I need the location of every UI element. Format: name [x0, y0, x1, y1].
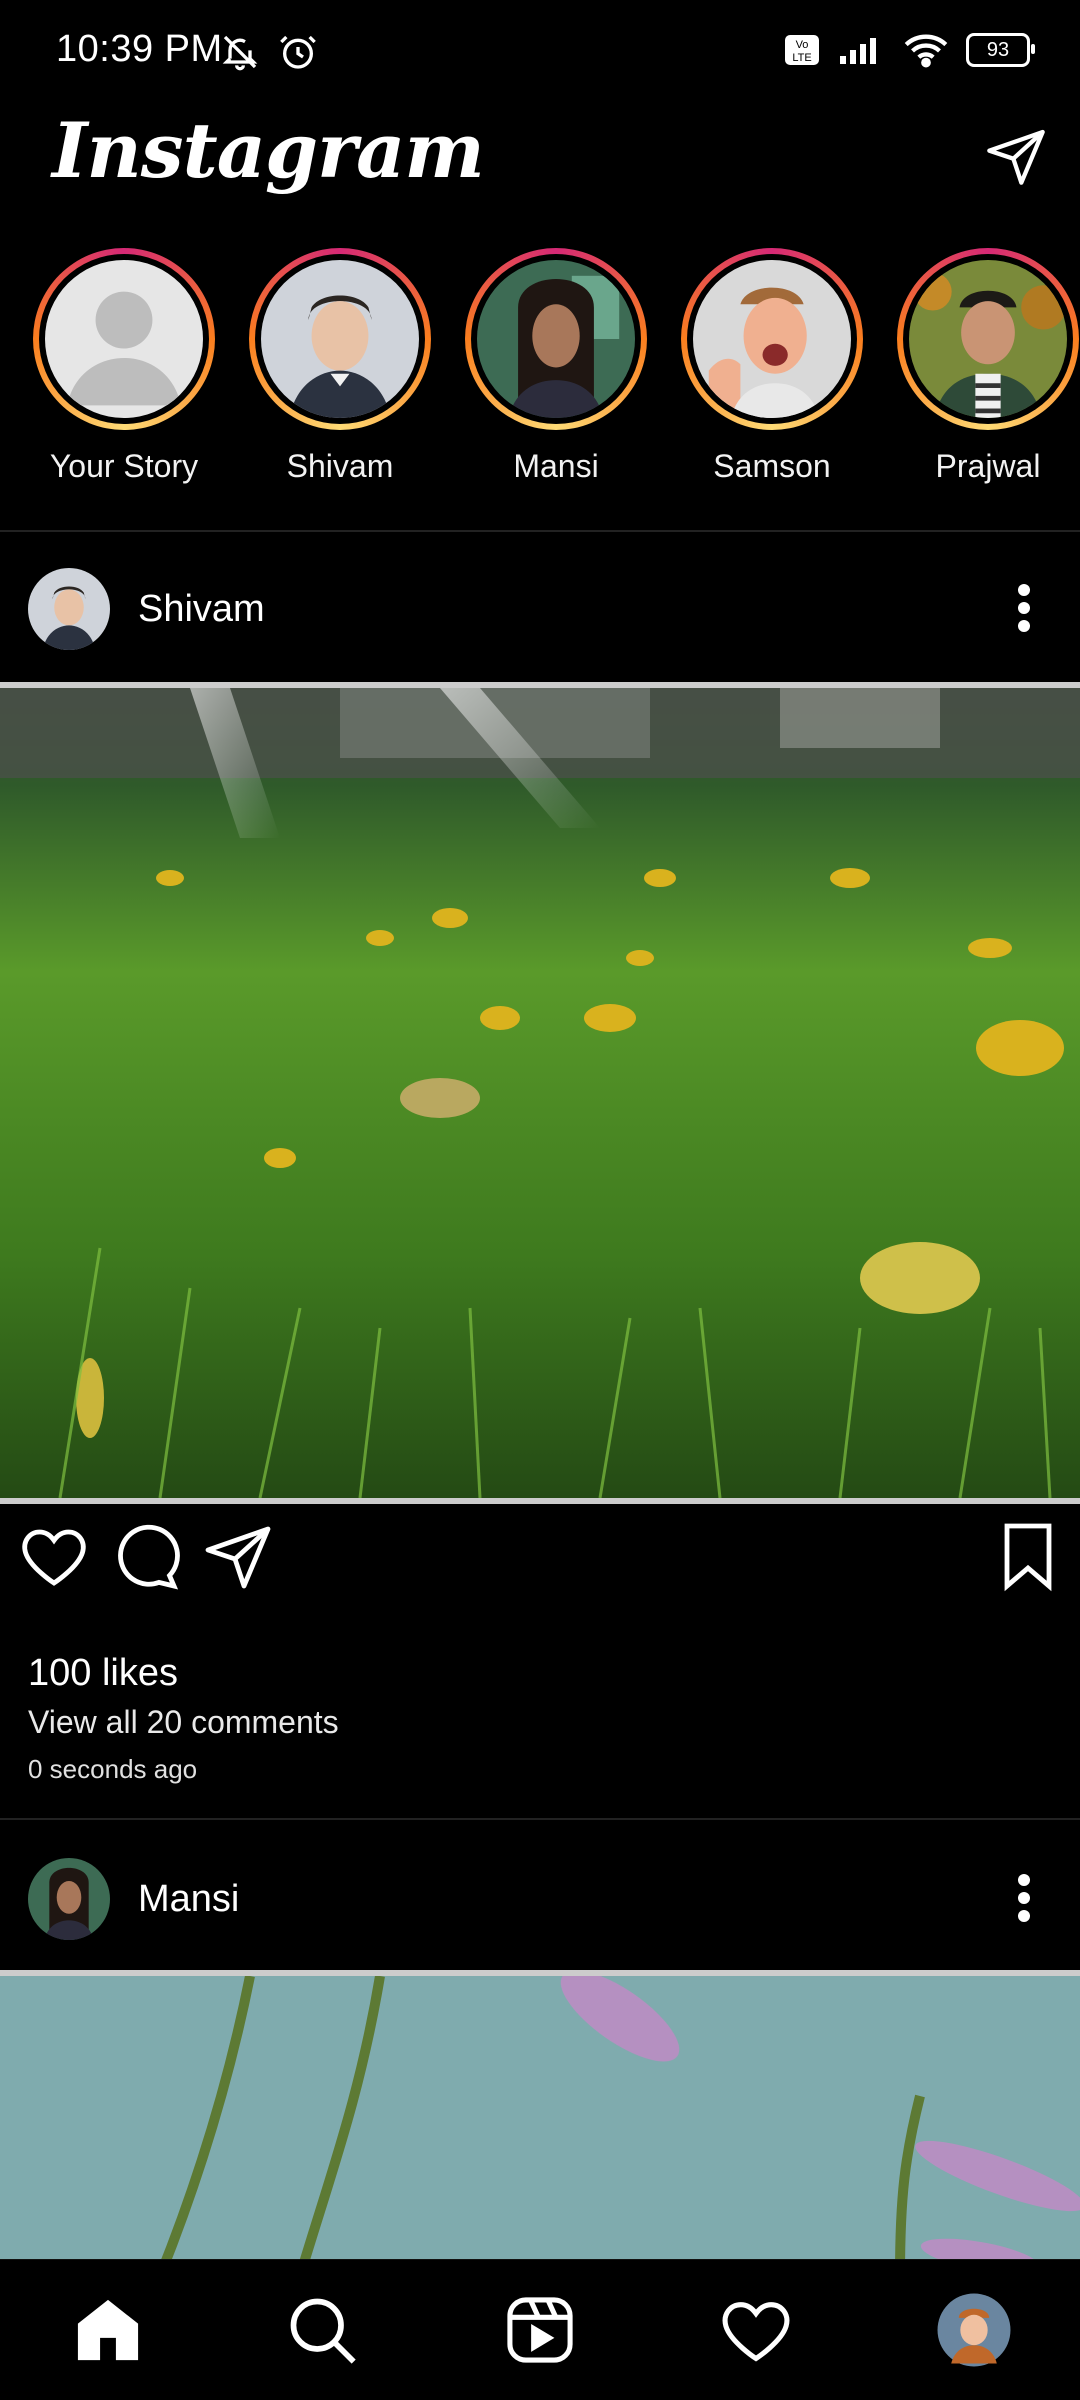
divider	[0, 530, 1080, 532]
default-avatar	[45, 260, 203, 418]
story-mansi[interactable]: Mansi	[456, 240, 656, 485]
activity-heart-icon[interactable]	[718, 2292, 794, 2368]
instagram-logo[interactable]: Instagram	[52, 106, 485, 195]
status-icons-left	[220, 32, 318, 72]
reels-icon[interactable]	[502, 2292, 578, 2368]
story-samson[interactable]: Samson	[672, 240, 872, 485]
story-ring	[897, 248, 1079, 430]
status-icons-right: Vo LTE 93	[784, 32, 1035, 68]
send-icon[interactable]	[984, 124, 1048, 188]
svg-text:LTE: LTE	[792, 52, 811, 64]
bell-off-icon	[222, 35, 258, 71]
story-shivam[interactable]: Shivam	[240, 240, 440, 485]
story-name: Mansi	[513, 448, 599, 484]
avatar[interactable]	[28, 1858, 110, 1940]
post-image[interactable]	[0, 682, 1080, 1504]
avatar	[261, 260, 419, 418]
app-header: Instagram	[0, 100, 1080, 230]
likes-count[interactable]: 100 likes	[28, 1652, 178, 1695]
avatar	[477, 260, 635, 418]
more-options-icon[interactable]	[1016, 584, 1032, 632]
story-name: Samson	[713, 448, 831, 484]
profile-avatar[interactable]	[936, 2292, 1012, 2368]
more-options-icon[interactable]	[1016, 1874, 1032, 1922]
story-ring	[33, 248, 215, 430]
story-name: Prajwal	[935, 448, 1041, 484]
bottom-navigation	[0, 2259, 1080, 2400]
story-ring	[465, 248, 647, 430]
story-prajwal[interactable]: Prajwal	[888, 240, 1080, 485]
avatar	[693, 260, 851, 418]
search-icon[interactable]	[284, 2292, 360, 2368]
signal-icon	[840, 38, 876, 64]
share-icon[interactable]	[202, 1520, 274, 1592]
bookmark-icon[interactable]	[992, 1520, 1064, 1592]
divider	[0, 1818, 1080, 1820]
alarm-icon	[280, 35, 316, 69]
post-header: Shivam	[0, 536, 1080, 682]
heart-icon[interactable]	[18, 1520, 90, 1592]
svg-text:Vo: Vo	[796, 39, 809, 51]
story-name: Your Story	[49, 448, 199, 484]
story-your-story[interactable]: Your Story	[24, 240, 224, 485]
battery-icon: 93	[966, 33, 1035, 67]
post-actions	[0, 1500, 1080, 1620]
wifi-icon	[904, 34, 948, 68]
flower-photo	[0, 1976, 1080, 2276]
view-comments-link[interactable]: View all 20 comments	[28, 1704, 339, 1741]
status-bar: 10:39 PM Vo LTE 93	[0, 0, 1080, 100]
battery-level: 93	[986, 38, 1010, 61]
volte-icon: Vo LTE	[785, 35, 819, 65]
story-name: Shivam	[286, 448, 394, 484]
post-header: Mansi	[0, 1826, 1080, 1972]
status-time: 10:39 PM	[56, 28, 223, 70]
comment-icon[interactable]	[108, 1520, 180, 1592]
post-username[interactable]: Shivam	[138, 588, 265, 631]
grass-photo	[0, 688, 1080, 1498]
avatar[interactable]	[28, 568, 110, 650]
post-username[interactable]: Mansi	[138, 1878, 239, 1921]
story-ring	[249, 248, 431, 430]
post-timestamp: 0 seconds ago	[28, 1754, 198, 1784]
stories-tray: Your Story Shivam Mansi Samson Prajwal	[0, 240, 1080, 490]
story-ring	[681, 248, 863, 430]
avatar	[909, 260, 1067, 418]
post-image[interactable]	[0, 1970, 1080, 2276]
home-icon[interactable]	[70, 2292, 146, 2368]
